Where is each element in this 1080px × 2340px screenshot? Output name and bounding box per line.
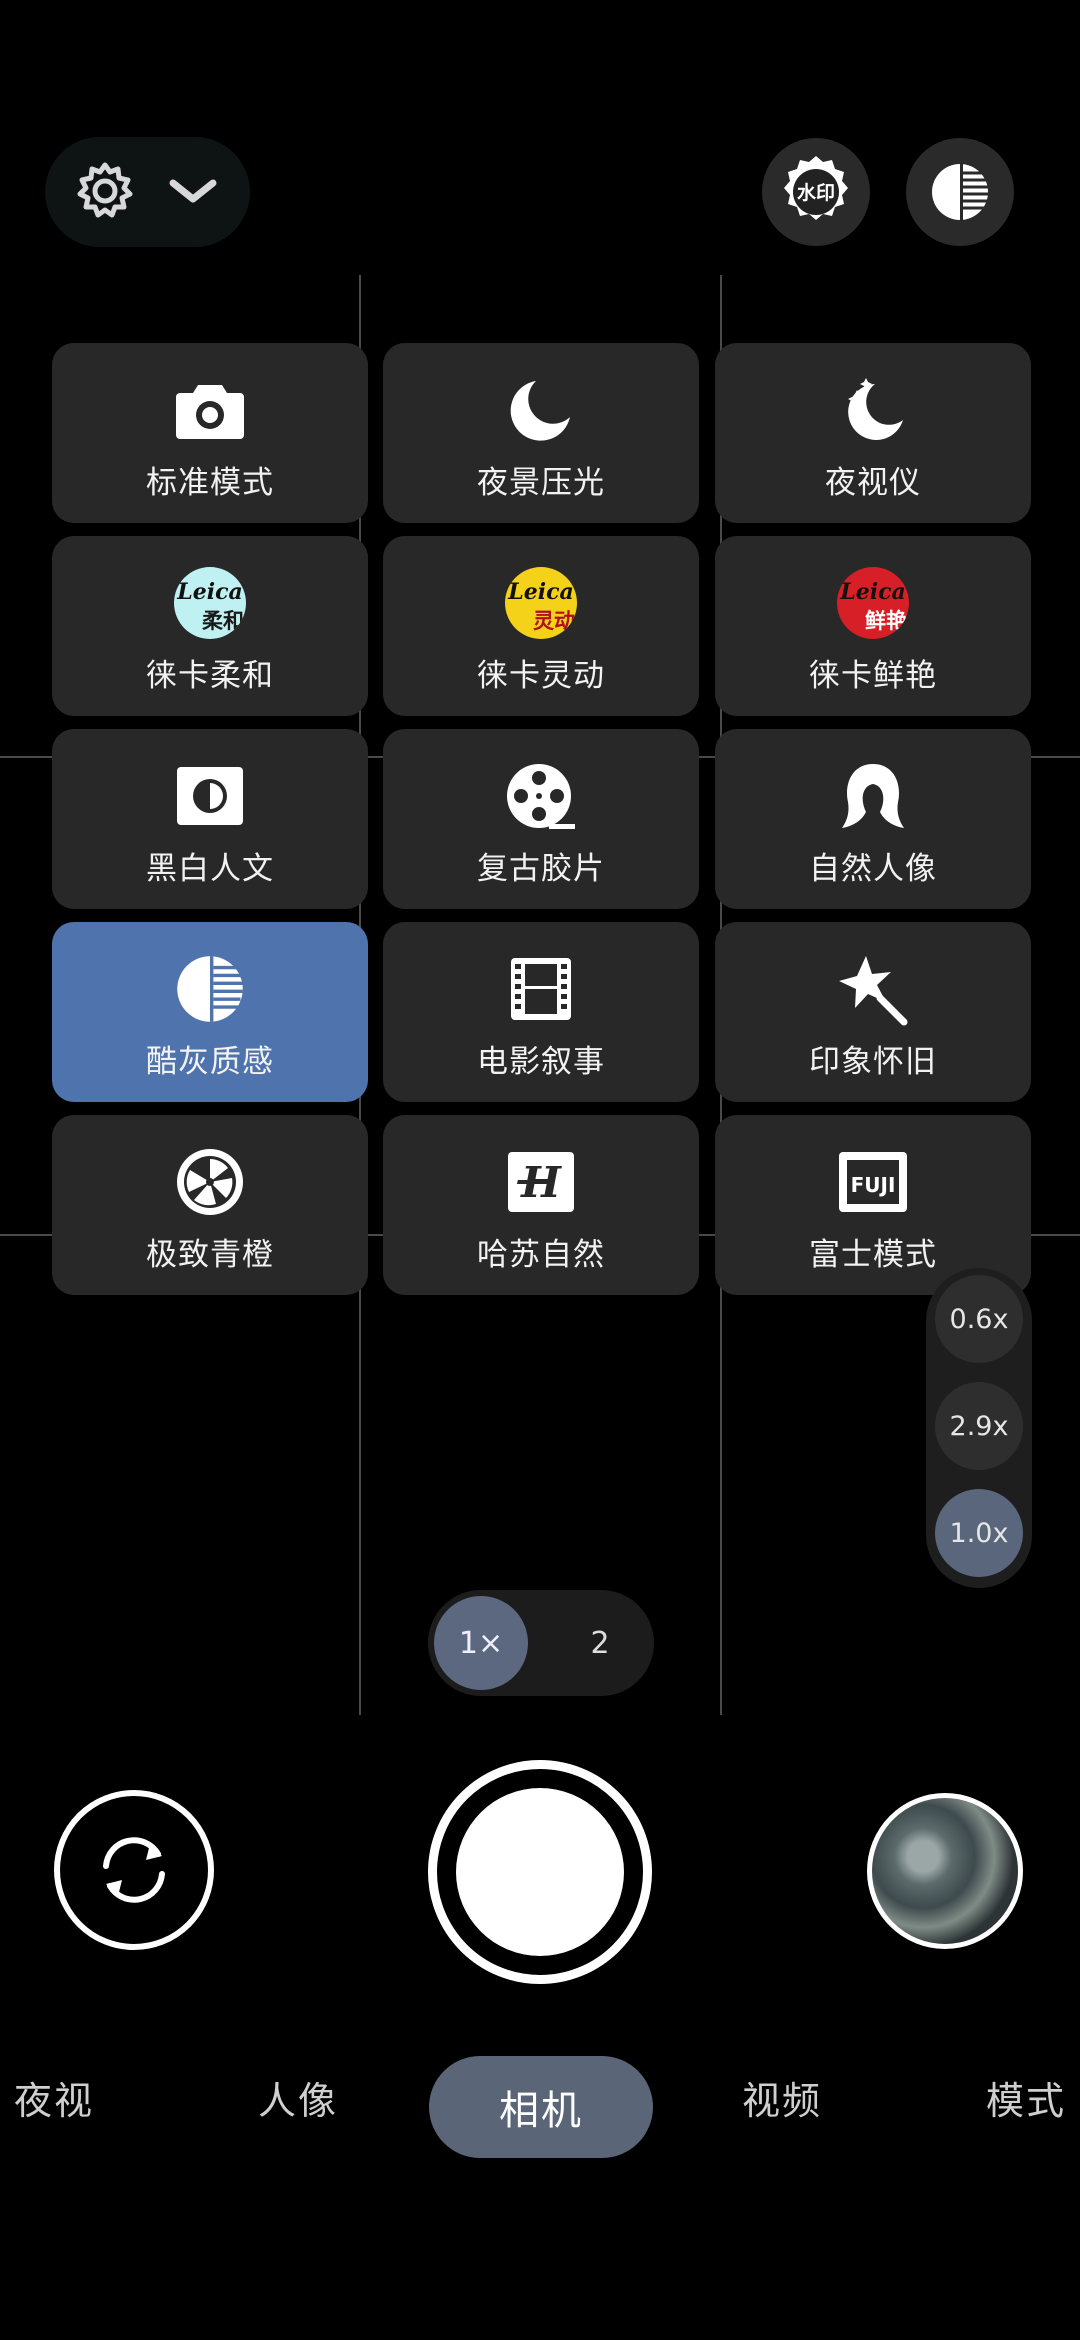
chevron-down-icon: [167, 177, 219, 211]
mode-portrait[interactable]: 人像: [258, 2070, 338, 2125]
watermark-label: 水印: [796, 182, 835, 204]
fuji-icon: FUJI: [836, 1145, 910, 1219]
filter-tile[interactable]: 夜景压光: [383, 343, 699, 523]
filter-tile[interactable]: 标准模式: [52, 343, 368, 523]
portrait-icon: [836, 759, 910, 833]
mode-night-vision[interactable]: 夜视: [14, 2070, 94, 2125]
lens-1x-button[interactable]: 1×: [434, 1596, 528, 1690]
film-reel-icon: [504, 759, 578, 833]
lens-2x-button[interactable]: 2: [555, 1596, 645, 1690]
filter-label: 夜视仪: [825, 465, 921, 501]
moon-sparkle-icon: [836, 373, 910, 447]
filter-label: 标准模式: [146, 465, 274, 501]
mode-video[interactable]: 视频: [742, 2070, 822, 2125]
zoom-2.9x-button[interactable]: 2.9x: [935, 1382, 1023, 1470]
filter-label: 极致青橙: [146, 1237, 274, 1273]
filter-label: 徕卡柔和: [146, 658, 274, 694]
orange-slice-icon: [173, 1145, 247, 1219]
filter-label: 徕卡鲜艳: [809, 658, 937, 694]
filter-label: 酷灰质感: [146, 1044, 274, 1080]
settings-dropdown[interactable]: [45, 137, 250, 247]
filter-tile[interactable]: 自然人像: [715, 729, 1031, 909]
filter-tile[interactable]: H 哈苏自然: [383, 1115, 699, 1295]
leica-soft-icon: Leica 柔和: [173, 566, 247, 640]
film-strip-icon: [504, 952, 578, 1026]
half-circle-icon: [932, 163, 988, 221]
magic-star-icon: [836, 952, 910, 1026]
filter-label: 电影叙事: [477, 1044, 605, 1080]
mode-more[interactable]: 模式: [986, 2070, 1066, 2125]
zoom-0.6x-button[interactable]: 0.6x: [935, 1275, 1023, 1363]
filter-tile[interactable]: 黑白人文: [52, 729, 368, 909]
filter-tile[interactable]: 电影叙事: [383, 922, 699, 1102]
filter-label: 夜景压光: [477, 465, 605, 501]
filter-tile[interactable]: 酷灰质感: [52, 922, 368, 1102]
leica-bright-icon: Leica 鲜艳: [836, 566, 910, 640]
filter-label: 富士模式: [809, 1237, 937, 1273]
hasselblad-icon: H: [504, 1145, 578, 1219]
filter-label: 黑白人文: [146, 851, 274, 887]
filter-label: 复古胶片: [477, 851, 605, 887]
leica-vivid-icon: Leica 灵动: [504, 566, 578, 640]
filter-toggle-button[interactable]: [906, 138, 1014, 246]
shutter-button[interactable]: [456, 1788, 624, 1956]
filter-tile[interactable]: 印象怀旧: [715, 922, 1031, 1102]
gear-icon: [73, 159, 137, 227]
filter-label: 自然人像: [809, 851, 937, 887]
watermark-button[interactable]: 水印: [762, 138, 870, 246]
filter-tile[interactable]: 极致青橙: [52, 1115, 368, 1295]
gallery-thumbnail[interactable]: [867, 1793, 1023, 1949]
filter-tile[interactable]: Leica 鲜艳徕卡鲜艳: [715, 536, 1031, 716]
switch-camera-button[interactable]: [54, 1790, 214, 1950]
moon-icon: [504, 373, 578, 447]
filter-tile[interactable]: Leica 灵动徕卡灵动: [383, 536, 699, 716]
filter-label: 徕卡灵动: [477, 658, 605, 694]
filter-tile[interactable]: 复古胶片: [383, 729, 699, 909]
bw-icon: [173, 759, 247, 833]
filter-label: 哈苏自然: [477, 1237, 605, 1273]
camera-icon: [173, 373, 247, 447]
half-circle-icon: [173, 952, 247, 1026]
filter-tile[interactable]: 夜视仪: [715, 343, 1031, 523]
zoom-1.0x-button[interactable]: 1.0x: [935, 1489, 1023, 1577]
filter-label: 印象怀旧: [809, 1044, 937, 1080]
filter-tile[interactable]: Leica 柔和徕卡柔和: [52, 536, 368, 716]
switch-camera-icon: [103, 1837, 165, 1903]
mode-camera[interactable]: 相机: [429, 2056, 653, 2158]
svg-text:FUJI: FUJI: [851, 1173, 896, 1197]
